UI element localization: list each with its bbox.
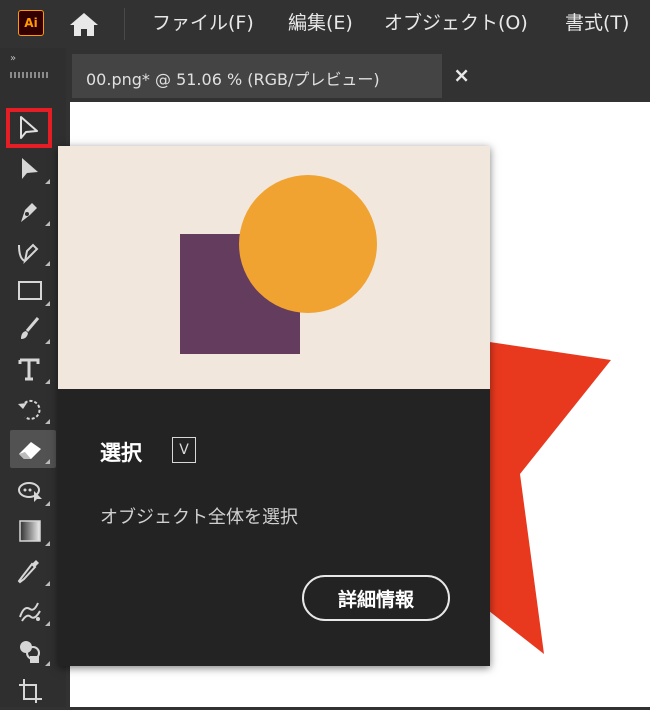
tool-group-indicator <box>45 261 50 266</box>
tool-group-indicator <box>45 501 50 506</box>
menu-type[interactable]: 書式(T) <box>565 8 629 35</box>
eraser-tool-button[interactable] <box>10 430 56 468</box>
rotate-icon <box>18 399 41 420</box>
brush-icon <box>21 317 40 339</box>
shape-builder-tool-button[interactable] <box>10 632 56 670</box>
artboard-icon <box>19 679 42 703</box>
tool-group-indicator <box>45 581 50 586</box>
direct-selection-tool-button[interactable] <box>10 150 56 188</box>
type-tool-button[interactable] <box>10 350 56 388</box>
gradient-tool-button[interactable] <box>10 512 56 550</box>
rotate-tool-button[interactable] <box>10 390 56 428</box>
tool-group-indicator <box>45 339 50 344</box>
tool-group-indicator <box>45 379 50 384</box>
shape-builder-icon <box>20 641 40 663</box>
symbol-sprayer-tool-button[interactable] <box>10 592 56 630</box>
paintbrush-tool-button[interactable] <box>10 310 56 348</box>
symbol-sprayer-icon <box>19 602 41 622</box>
tool-group-indicator <box>45 179 50 184</box>
eyedropper-tool-button[interactable] <box>10 552 56 590</box>
tooltip-description: オブジェクト全体を選択 <box>100 507 298 528</box>
tools-panel: » <box>0 48 66 707</box>
tooltip-title: 選択 <box>100 441 142 465</box>
menu-divider <box>124 8 125 40</box>
eraser-icon <box>19 442 41 459</box>
tool-group-indicator <box>45 221 50 226</box>
tool-group-indicator <box>45 661 50 666</box>
illustrator-logo: Ai <box>18 10 44 36</box>
curvature-pen-icon <box>18 243 39 265</box>
tool-group-indicator <box>45 419 50 424</box>
artboard-tool-button[interactable] <box>10 672 56 710</box>
selection-illustration <box>180 175 377 354</box>
menu-edit[interactable]: 編集(E) <box>288 8 353 35</box>
eyedropper-icon <box>17 560 39 584</box>
close-tab-icon[interactable]: × <box>453 63 470 87</box>
curvature-tool-button[interactable] <box>10 232 56 270</box>
tool-group-indicator <box>45 541 50 546</box>
menu-bar: Ai ファイル(F) 編集(E) オブジェクト(O) 書式(T) <box>0 0 650 48</box>
puppet-warp-icon <box>18 482 42 502</box>
tool-group-indicator <box>45 459 50 464</box>
solid-arrow-icon <box>22 158 38 179</box>
tooltip-body: 選択 V オブジェクト全体を選択 詳細情報 <box>58 389 490 666</box>
tool-group-indicator <box>45 301 50 306</box>
learn-more-button[interactable]: 詳細情報 <box>302 575 450 621</box>
document-tab[interactable]: 00.png* @ 51.06 % (RGB/プレビュー) × <box>72 54 470 98</box>
document-tab-bar: 00.png* @ 51.06 % (RGB/プレビュー) × <box>66 48 650 102</box>
tooltip-illustration <box>58 146 490 389</box>
tool-tooltip-card: 選択 V オブジェクト全体を選択 詳細情報 <box>58 146 490 666</box>
hollow-arrow-icon <box>20 116 38 139</box>
type-t-icon <box>18 358 40 381</box>
selection-tool-button[interactable] <box>6 108 52 148</box>
tool-group-indicator <box>45 621 50 626</box>
gradient-icon <box>19 520 41 542</box>
home-icon <box>70 13 98 36</box>
puppet-warp-tool-button[interactable] <box>10 472 56 510</box>
pen-tool-button[interactable] <box>10 192 56 230</box>
home-button[interactable] <box>66 10 102 38</box>
pen-nib-icon <box>21 203 37 222</box>
rectangle-icon <box>18 281 42 300</box>
menu-file[interactable]: ファイル(F) <box>152 8 254 35</box>
rectangle-tool-button[interactable] <box>10 272 56 310</box>
panel-grip-handle[interactable] <box>10 72 48 78</box>
document-tab-title: 00.png* @ 51.06 % (RGB/プレビュー) <box>86 70 380 89</box>
collapse-panel-icon[interactable]: » <box>10 53 16 64</box>
shortcut-key-badge: V <box>172 437 196 463</box>
menu-object[interactable]: オブジェクト(O) <box>384 8 528 35</box>
